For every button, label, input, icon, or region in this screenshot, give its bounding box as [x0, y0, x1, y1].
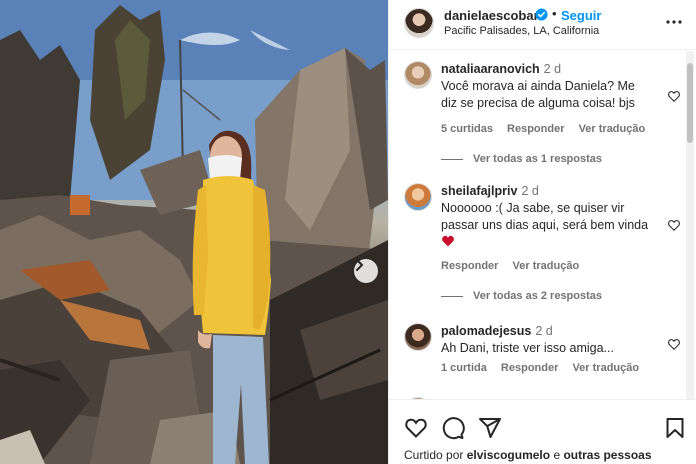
fire-ruins-scene	[0, 0, 388, 464]
next-photo-button[interactable]	[354, 259, 378, 283]
post-location[interactable]: Pacific Palisades, LA, California	[444, 25, 599, 37]
comment-item: sheilafajlpriv 2 d Noooooo :( Ja sabe, se…	[389, 173, 685, 313]
liked-by-text: Curtido por elviscogumelo e outras pesso…	[404, 448, 652, 462]
post-header: danielaescobar • Seguir Pacific Palisade…	[389, 0, 696, 50]
reply-button[interactable]: Responder	[501, 362, 558, 374]
commenter-avatar[interactable]	[404, 323, 432, 351]
post-photo[interactable]	[0, 0, 388, 464]
comment-body: sheilafajlpriv 2 d Noooooo :( Ja sabe, se…	[441, 183, 651, 251]
heart-icon[interactable]	[667, 218, 681, 232]
translate-button[interactable]: Ver tradução	[572, 362, 639, 374]
post-actions-bar: Curtido por elviscogumelo e outras pesso…	[389, 399, 696, 464]
post-side-panel: danielaescobar • Seguir Pacific Palisade…	[388, 0, 696, 464]
comment-actions: Responder Ver tradução	[441, 260, 590, 272]
liked-by-user[interactable]: elviscogumelo	[467, 448, 550, 462]
comment-item: palomadejesus 2 d Ah Dani, triste ver iss…	[389, 313, 685, 395]
heart-icon[interactable]	[667, 337, 681, 351]
comment-time: 2 d	[521, 184, 539, 198]
comment-likes[interactable]: 1 curtida	[441, 362, 487, 374]
share-icon[interactable]	[478, 416, 502, 440]
heart-icon[interactable]	[404, 416, 428, 440]
comment-icon[interactable]	[441, 416, 465, 440]
commenter-username[interactable]: nataliaaranovich	[441, 62, 540, 76]
heart-icon[interactable]	[667, 89, 681, 103]
reply-button[interactable]: Responder	[507, 123, 564, 135]
liked-by-others[interactable]: outras pessoas	[563, 448, 651, 462]
view-replies-button[interactable]: Ver todas as 2 respostas	[441, 290, 602, 302]
liked-by-prefix: Curtido por	[404, 448, 464, 462]
author-username[interactable]: danielaescobar	[444, 8, 539, 23]
comment-body: palomadejesus 2 d Ah Dani, triste ver iss…	[441, 323, 651, 357]
replies-line	[441, 158, 463, 160]
view-replies-label: Ver todas as 2 respostas	[473, 290, 603, 302]
commenter-username[interactable]: palomadejesus	[441, 324, 531, 338]
reply-button[interactable]: Responder	[441, 260, 498, 272]
view-replies-label: Ver todas as 1 respostas	[473, 153, 603, 165]
comment-text: Noooooo :( Ja sabe, se quiser vir passar…	[441, 200, 651, 251]
comment-text: Ah Dani, triste ver isso amiga...	[441, 341, 614, 355]
comment-time: 2 d	[543, 62, 562, 76]
verified-badge-icon	[535, 8, 548, 21]
replies-line	[441, 295, 463, 297]
comment-actions: 1 curtida Responder Ver tradução	[441, 362, 650, 374]
view-replies-button[interactable]: Ver todas as 1 respostas	[441, 153, 602, 165]
comments-scrollbar[interactable]	[686, 51, 694, 399]
more-options-icon[interactable]	[664, 12, 684, 32]
follow-button[interactable]: Seguir	[561, 8, 601, 23]
comment-body: nataliaaranovich 2 d Você morava ai ainda…	[441, 61, 651, 112]
chevron-right-icon	[356, 259, 363, 271]
liked-by-connector: e	[553, 448, 561, 462]
comment-item: nataliaaranovich 2 d Você morava ai ainda…	[389, 51, 685, 173]
comment-likes[interactable]: 5 curtidas	[441, 123, 493, 135]
commenter-avatar[interactable]	[404, 61, 432, 89]
author-avatar[interactable]	[404, 8, 434, 38]
comment-time: 2 d	[535, 324, 553, 338]
translate-button[interactable]: Ver tradução	[579, 123, 646, 135]
bookmark-icon[interactable]	[663, 416, 687, 440]
red-heart-emoji-icon	[442, 235, 454, 247]
header-separator: •	[552, 6, 557, 21]
comments-list[interactable]: nataliaaranovich 2 d Você morava ai ainda…	[389, 51, 685, 399]
translate-button[interactable]: Ver tradução	[513, 260, 580, 272]
comment-actions: 5 curtidas Responder Ver tradução	[441, 123, 656, 135]
comment-text-content: Noooooo :( Ja sabe, se quiser vir passar…	[441, 201, 649, 232]
scrollbar-thumb[interactable]	[687, 63, 693, 143]
comment-text: Você morava ai ainda Daniela? Me diz se …	[441, 79, 635, 110]
commenter-avatar[interactable]	[404, 183, 432, 211]
commenter-username[interactable]: sheilafajlpriv	[441, 184, 517, 198]
